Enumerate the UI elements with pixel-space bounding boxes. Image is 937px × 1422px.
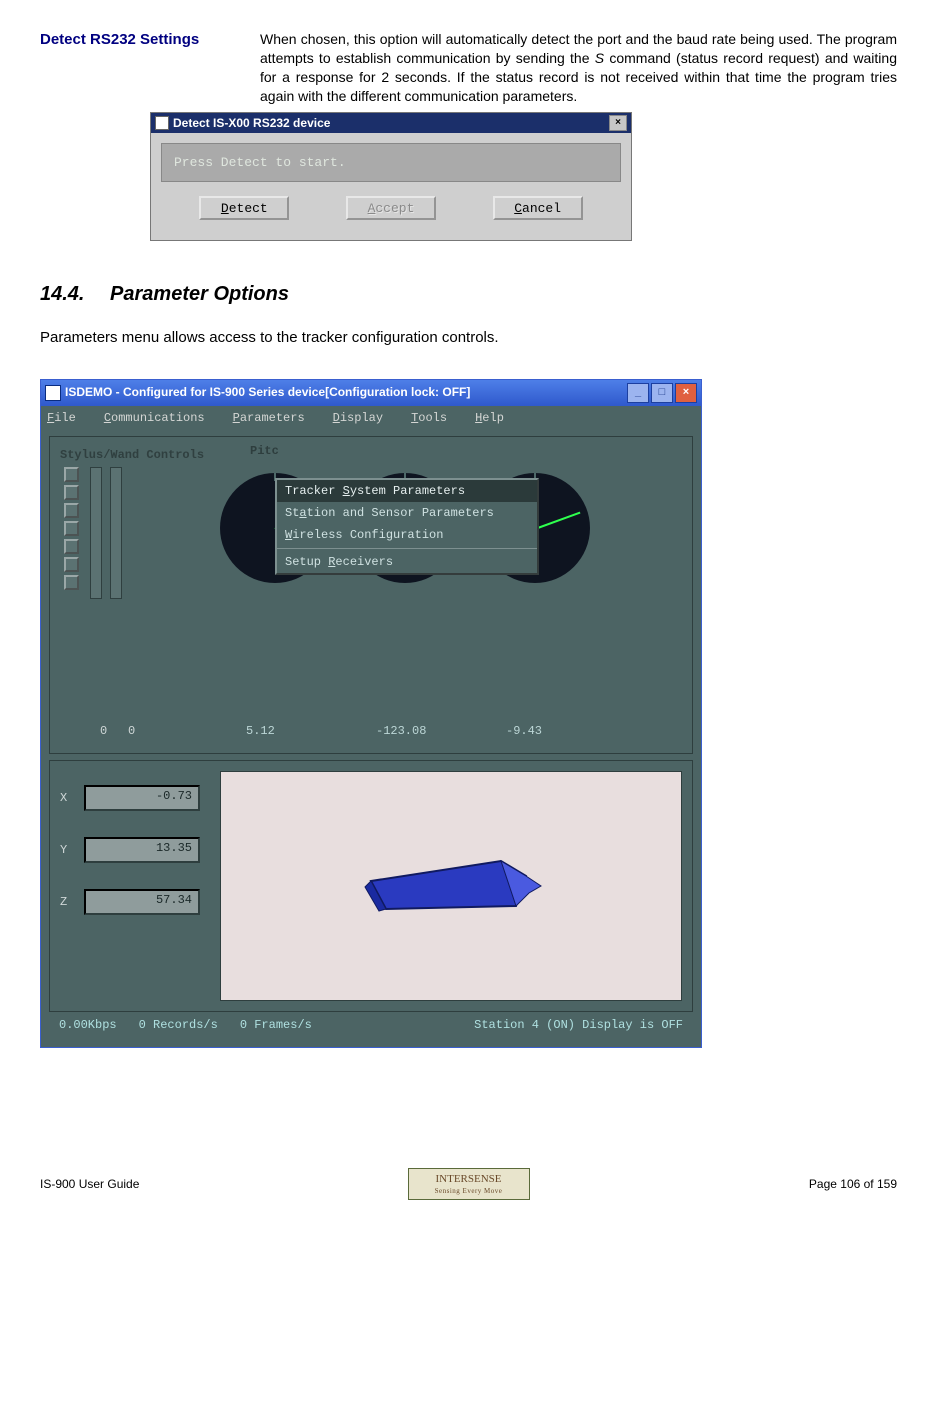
detect-dialog-message: Press Detect to start. [161, 143, 621, 183]
heading-title: Parameter Options [110, 283, 289, 305]
section-label: Detect RS232 Settings [40, 30, 240, 106]
dial-value-3: -9.43 [506, 723, 636, 739]
menubar[interactable]: File Communications Parameters Display T… [41, 406, 701, 430]
stylus-wand-label: Stylus/Wand Controls [60, 447, 682, 463]
y-label: Y [60, 842, 74, 858]
status-frames: 0 Frames/s [240, 1017, 312, 1033]
y-value: 13.35 [84, 837, 200, 863]
cancel-button[interactable]: Cancel [493, 196, 583, 220]
app-icon [155, 116, 169, 130]
close-icon[interactable]: × [609, 115, 627, 131]
status-records: 0 Records/s [139, 1017, 218, 1033]
bar-value-a: 0 [100, 723, 128, 739]
z-label: Z [60, 894, 74, 910]
menu-help[interactable]: Help [475, 410, 504, 426]
position-panel: X -0.73 Y 13.35 Z 57.34 [49, 760, 693, 1012]
indicator-box [64, 521, 79, 536]
dial-value-2: -123.08 [376, 723, 506, 739]
detect-dialog: Detect IS-X00 RS232 device × Press Detec… [150, 112, 632, 242]
footer-left: IS-900 User Guide [40, 1176, 408, 1192]
indicator-box [64, 467, 79, 482]
logo-sub: Sensing Every Move [435, 1187, 503, 1196]
menu-display[interactable]: Display [333, 410, 383, 426]
menu-item-tracker-system-parameters[interactable]: Tracker System Parameters [277, 480, 537, 502]
indicator-box [64, 557, 79, 572]
indicator-box [64, 539, 79, 554]
x-label: X [60, 790, 74, 806]
section-paragraph: Parameters menu allows access to the tra… [40, 328, 897, 348]
footer-right: Page 106 of 159 [530, 1176, 898, 1192]
parameters-dropdown[interactable]: Tracker System Parameters Station and Se… [275, 478, 539, 576]
status-bar: 0.00Kbps 0 Records/s 0 Frames/s Station … [49, 1012, 693, 1043]
close-icon[interactable]: × [675, 383, 697, 403]
intro-text: When chosen, this option will automatica… [260, 30, 897, 106]
menu-item-wireless-configuration[interactable]: Wireless Configuration [277, 524, 537, 546]
dial-value-1: 5.12 [246, 723, 376, 739]
app-title-text: ISDEMO - Configured for IS-900 Series de… [65, 384, 470, 400]
readout-row: 0 0 5.12 -123.08 -9.43 [100, 723, 682, 739]
stylus-bar [90, 467, 102, 599]
page-footer: IS-900 User Guide INTERSENSE Sensing Eve… [40, 1168, 897, 1200]
status-station: Station 4 (ON) Display is OFF [474, 1017, 683, 1033]
menu-tools[interactable]: Tools [411, 410, 447, 426]
indicator-box [64, 503, 79, 518]
menu-parameters[interactable]: Parameters [233, 410, 305, 426]
heading-num: 14.4. [40, 283, 84, 305]
detect-dialog-titlebar[interactable]: Detect IS-X00 RS232 device × [151, 113, 631, 133]
intersense-logo: INTERSENSE Sensing Every Move [408, 1168, 530, 1200]
menu-item-station-and-sensor-parameters[interactable]: Station and Sensor Parameters [277, 502, 537, 524]
z-row: Z 57.34 [60, 889, 210, 915]
bar-value-b: 0 [128, 723, 156, 739]
section-heading: 14.4. Parameter Options [40, 281, 897, 308]
isdemo-window: ISDEMO - Configured for IS-900 Series de… [40, 379, 702, 1049]
isdemo-titlebar[interactable]: ISDEMO - Configured for IS-900 Series de… [41, 380, 701, 406]
y-row: Y 13.35 [60, 837, 210, 863]
minimize-icon[interactable]: _ [627, 383, 649, 403]
pitch-label: Pitc [250, 443, 279, 459]
x-value: -0.73 [84, 785, 200, 811]
menu-file[interactable]: File [47, 410, 76, 426]
accept-button: Accept [346, 196, 436, 220]
status-kbps: 0.00Kbps [59, 1017, 117, 1033]
app-icon [45, 385, 61, 401]
indicator-box [64, 575, 79, 590]
intro-s: S [595, 50, 604, 66]
wand-button-indicators [64, 467, 79, 590]
indicator-box [64, 485, 79, 500]
stylus-bar [110, 467, 122, 599]
menu-item-setup-receivers[interactable]: Setup Receivers [277, 548, 537, 573]
logo-main: INTERSENSE [435, 1172, 503, 1187]
x-row: X -0.73 [60, 785, 210, 811]
detect-button[interactable]: Detect [199, 196, 289, 220]
model-3d-view[interactable] [220, 771, 682, 1001]
z-value: 57.34 [84, 889, 200, 915]
maximize-icon[interactable]: □ [651, 383, 673, 403]
tracker-model-icon [341, 831, 561, 941]
detect-dialog-title: Detect IS-X00 RS232 device [173, 115, 330, 131]
stylus-bars [90, 467, 122, 599]
menu-communications[interactable]: Communications [104, 410, 205, 426]
